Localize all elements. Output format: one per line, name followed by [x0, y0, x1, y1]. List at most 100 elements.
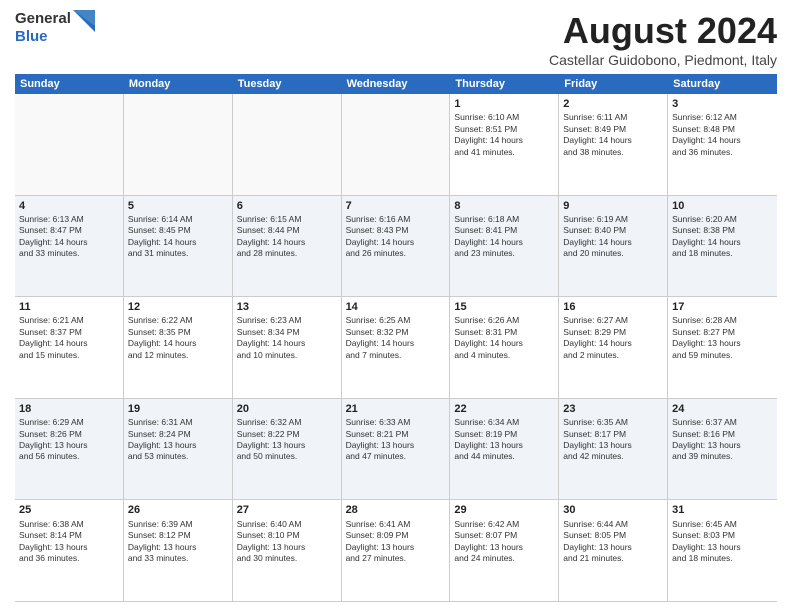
day-cell-23: 23Sunrise: 6:35 AM Sunset: 8:17 PM Dayli…	[559, 399, 668, 500]
day-number-25: 25	[19, 503, 119, 517]
day-number-7: 7	[346, 199, 446, 213]
day-number-2: 2	[563, 97, 663, 111]
day-number-13: 13	[237, 300, 337, 314]
day-cell-29: 29 Sunrise: 6:42 AM Sunset: 8:07 PM Dayli…	[450, 500, 559, 601]
day-cell-16: 16Sunrise: 6:27 AM Sunset: 8:29 PM Dayli…	[559, 297, 668, 398]
day-number-23: 23	[563, 402, 663, 416]
day-info-8: Sunrise: 6:18 AM Sunset: 8:41 PM Dayligh…	[454, 214, 554, 260]
day-cell-15: 15Sunrise: 6:26 AM Sunset: 8:31 PM Dayli…	[450, 297, 559, 398]
day-info-27: Sunrise: 6:40 AM Sunset: 8:10 PM Dayligh…	[237, 519, 337, 565]
day-info-6: Sunrise: 6:15 AM Sunset: 8:44 PM Dayligh…	[237, 214, 337, 260]
day-cell-20: 20Sunrise: 6:32 AM Sunset: 8:22 PM Dayli…	[233, 399, 342, 500]
day-cell-1: 1Sunrise: 6:10 AM Sunset: 8:51 PM Daylig…	[450, 94, 559, 195]
day-number-27: 27	[237, 503, 337, 517]
week-row-2: 4Sunrise: 6:13 AM Sunset: 8:47 PM Daylig…	[15, 196, 777, 298]
day-cell-7: 7Sunrise: 6:16 AM Sunset: 8:43 PM Daylig…	[342, 196, 451, 297]
empty-cell	[124, 94, 233, 195]
day-cell-14: 14Sunrise: 6:25 AM Sunset: 8:32 PM Dayli…	[342, 297, 451, 398]
empty-cell	[342, 94, 451, 195]
empty-cell	[15, 94, 124, 195]
logo: General Blue	[15, 10, 95, 45]
day-number-8: 8	[454, 199, 554, 213]
week-row-1: 1Sunrise: 6:10 AM Sunset: 8:51 PM Daylig…	[15, 94, 777, 196]
day-cell-17: 17Sunrise: 6:28 AM Sunset: 8:27 PM Dayli…	[668, 297, 777, 398]
day-info-31: Sunrise: 6:45 AM Sunset: 8:03 PM Dayligh…	[672, 519, 773, 565]
day-info-1: Sunrise: 6:10 AM Sunset: 8:51 PM Dayligh…	[454, 112, 554, 158]
day-info-18: Sunrise: 6:29 AM Sunset: 8:26 PM Dayligh…	[19, 417, 119, 463]
day-info-9: Sunrise: 6:19 AM Sunset: 8:40 PM Dayligh…	[563, 214, 663, 260]
day-cell-10: 10Sunrise: 6:20 AM Sunset: 8:38 PM Dayli…	[668, 196, 777, 297]
day-cell-30: 30 Sunrise: 6:44 AM Sunset: 8:05 PM Dayli…	[559, 500, 668, 601]
day-cell-5: 5Sunrise: 6:14 AM Sunset: 8:45 PM Daylig…	[124, 196, 233, 297]
day-cell-8: 8Sunrise: 6:18 AM Sunset: 8:41 PM Daylig…	[450, 196, 559, 297]
day-cell-25: 25 Sunrise: 6:38 AM Sunset: 8:14 PM Dayli…	[15, 500, 124, 601]
day-info-24: Sunrise: 6:37 AM Sunset: 8:16 PM Dayligh…	[672, 417, 773, 463]
day-number-30: 30	[563, 503, 663, 517]
day-number-20: 20	[237, 402, 337, 416]
header-saturday: Saturday	[668, 74, 777, 94]
day-number-22: 22	[454, 402, 554, 416]
day-info-28: Sunrise: 6:41 AM Sunset: 8:09 PM Dayligh…	[346, 519, 446, 565]
header-wednesday: Wednesday	[342, 74, 451, 94]
day-number-6: 6	[237, 199, 337, 213]
day-info-5: Sunrise: 6:14 AM Sunset: 8:45 PM Dayligh…	[128, 214, 228, 260]
week-row-4: 18Sunrise: 6:29 AM Sunset: 8:26 PM Dayli…	[15, 399, 777, 501]
day-number-26: 26	[128, 503, 228, 517]
day-info-12: Sunrise: 6:22 AM Sunset: 8:35 PM Dayligh…	[128, 315, 228, 361]
calendar: Sunday Monday Tuesday Wednesday Thursday…	[15, 74, 777, 602]
day-info-3: Sunrise: 6:12 AM Sunset: 8:48 PM Dayligh…	[672, 112, 773, 158]
day-cell-11: 11Sunrise: 6:21 AM Sunset: 8:37 PM Dayli…	[15, 297, 124, 398]
day-number-29: 29	[454, 503, 554, 517]
day-cell-27: 27 Sunrise: 6:40 AM Sunset: 8:10 PM Dayli…	[233, 500, 342, 601]
day-number-5: 5	[128, 199, 228, 213]
day-info-21: Sunrise: 6:33 AM Sunset: 8:21 PM Dayligh…	[346, 417, 446, 463]
calendar-header: Sunday Monday Tuesday Wednesday Thursday…	[15, 74, 777, 94]
logo-triangle-icon	[73, 10, 95, 42]
header-sunday: Sunday	[15, 74, 124, 94]
day-info-16: Sunrise: 6:27 AM Sunset: 8:29 PM Dayligh…	[563, 315, 663, 361]
day-number-19: 19	[128, 402, 228, 416]
day-cell-6: 6Sunrise: 6:15 AM Sunset: 8:44 PM Daylig…	[233, 196, 342, 297]
day-number-28: 28	[346, 503, 446, 517]
month-title: August 2024	[549, 10, 777, 52]
day-number-12: 12	[128, 300, 228, 314]
day-number-11: 11	[19, 300, 119, 314]
header-friday: Friday	[559, 74, 668, 94]
day-number-17: 17	[672, 300, 773, 314]
day-cell-19: 19Sunrise: 6:31 AM Sunset: 8:24 PM Dayli…	[124, 399, 233, 500]
day-info-11: Sunrise: 6:21 AM Sunset: 8:37 PM Dayligh…	[19, 315, 119, 361]
day-cell-31: 31Sunrise: 6:45 AM Sunset: 8:03 PM Dayli…	[668, 500, 777, 601]
day-number-14: 14	[346, 300, 446, 314]
day-info-29: Sunrise: 6:42 AM Sunset: 8:07 PM Dayligh…	[454, 519, 554, 565]
day-info-14: Sunrise: 6:25 AM Sunset: 8:32 PM Dayligh…	[346, 315, 446, 361]
page: General Blue August 2024 Castellar Guido…	[0, 0, 792, 612]
day-number-3: 3	[672, 97, 773, 111]
day-info-2: Sunrise: 6:11 AM Sunset: 8:49 PM Dayligh…	[563, 112, 663, 158]
day-info-25: Sunrise: 6:38 AM Sunset: 8:14 PM Dayligh…	[19, 519, 119, 565]
day-info-7: Sunrise: 6:16 AM Sunset: 8:43 PM Dayligh…	[346, 214, 446, 260]
location-title: Castellar Guidobono, Piedmont, Italy	[549, 52, 777, 68]
day-cell-2: 2Sunrise: 6:11 AM Sunset: 8:49 PM Daylig…	[559, 94, 668, 195]
day-cell-28: 28 Sunrise: 6:41 AM Sunset: 8:09 PM Dayli…	[342, 500, 451, 601]
header: General Blue August 2024 Castellar Guido…	[15, 10, 777, 68]
day-cell-13: 13Sunrise: 6:23 AM Sunset: 8:34 PM Dayli…	[233, 297, 342, 398]
day-cell-26: 26Sunrise: 6:39 AM Sunset: 8:12 PM Dayli…	[124, 500, 233, 601]
day-number-9: 9	[563, 199, 663, 213]
day-info-30: Sunrise: 6:44 AM Sunset: 8:05 PM Dayligh…	[563, 519, 663, 565]
day-cell-9: 9Sunrise: 6:19 AM Sunset: 8:40 PM Daylig…	[559, 196, 668, 297]
day-info-17: Sunrise: 6:28 AM Sunset: 8:27 PM Dayligh…	[672, 315, 773, 361]
day-number-4: 4	[19, 199, 119, 213]
day-number-24: 24	[672, 402, 773, 416]
day-info-22: Sunrise: 6:34 AM Sunset: 8:19 PM Dayligh…	[454, 417, 554, 463]
day-cell-4: 4Sunrise: 6:13 AM Sunset: 8:47 PM Daylig…	[15, 196, 124, 297]
day-info-13: Sunrise: 6:23 AM Sunset: 8:34 PM Dayligh…	[237, 315, 337, 361]
header-monday: Monday	[124, 74, 233, 94]
title-block: August 2024 Castellar Guidobono, Piedmon…	[549, 10, 777, 68]
day-cell-18: 18Sunrise: 6:29 AM Sunset: 8:26 PM Dayli…	[15, 399, 124, 500]
day-number-21: 21	[346, 402, 446, 416]
day-info-4: Sunrise: 6:13 AM Sunset: 8:47 PM Dayligh…	[19, 214, 119, 260]
day-cell-3: 3Sunrise: 6:12 AM Sunset: 8:48 PM Daylig…	[668, 94, 777, 195]
day-cell-22: 22Sunrise: 6:34 AM Sunset: 8:19 PM Dayli…	[450, 399, 559, 500]
calendar-body: 1Sunrise: 6:10 AM Sunset: 8:51 PM Daylig…	[15, 94, 777, 602]
day-cell-21: 21Sunrise: 6:33 AM Sunset: 8:21 PM Dayli…	[342, 399, 451, 500]
